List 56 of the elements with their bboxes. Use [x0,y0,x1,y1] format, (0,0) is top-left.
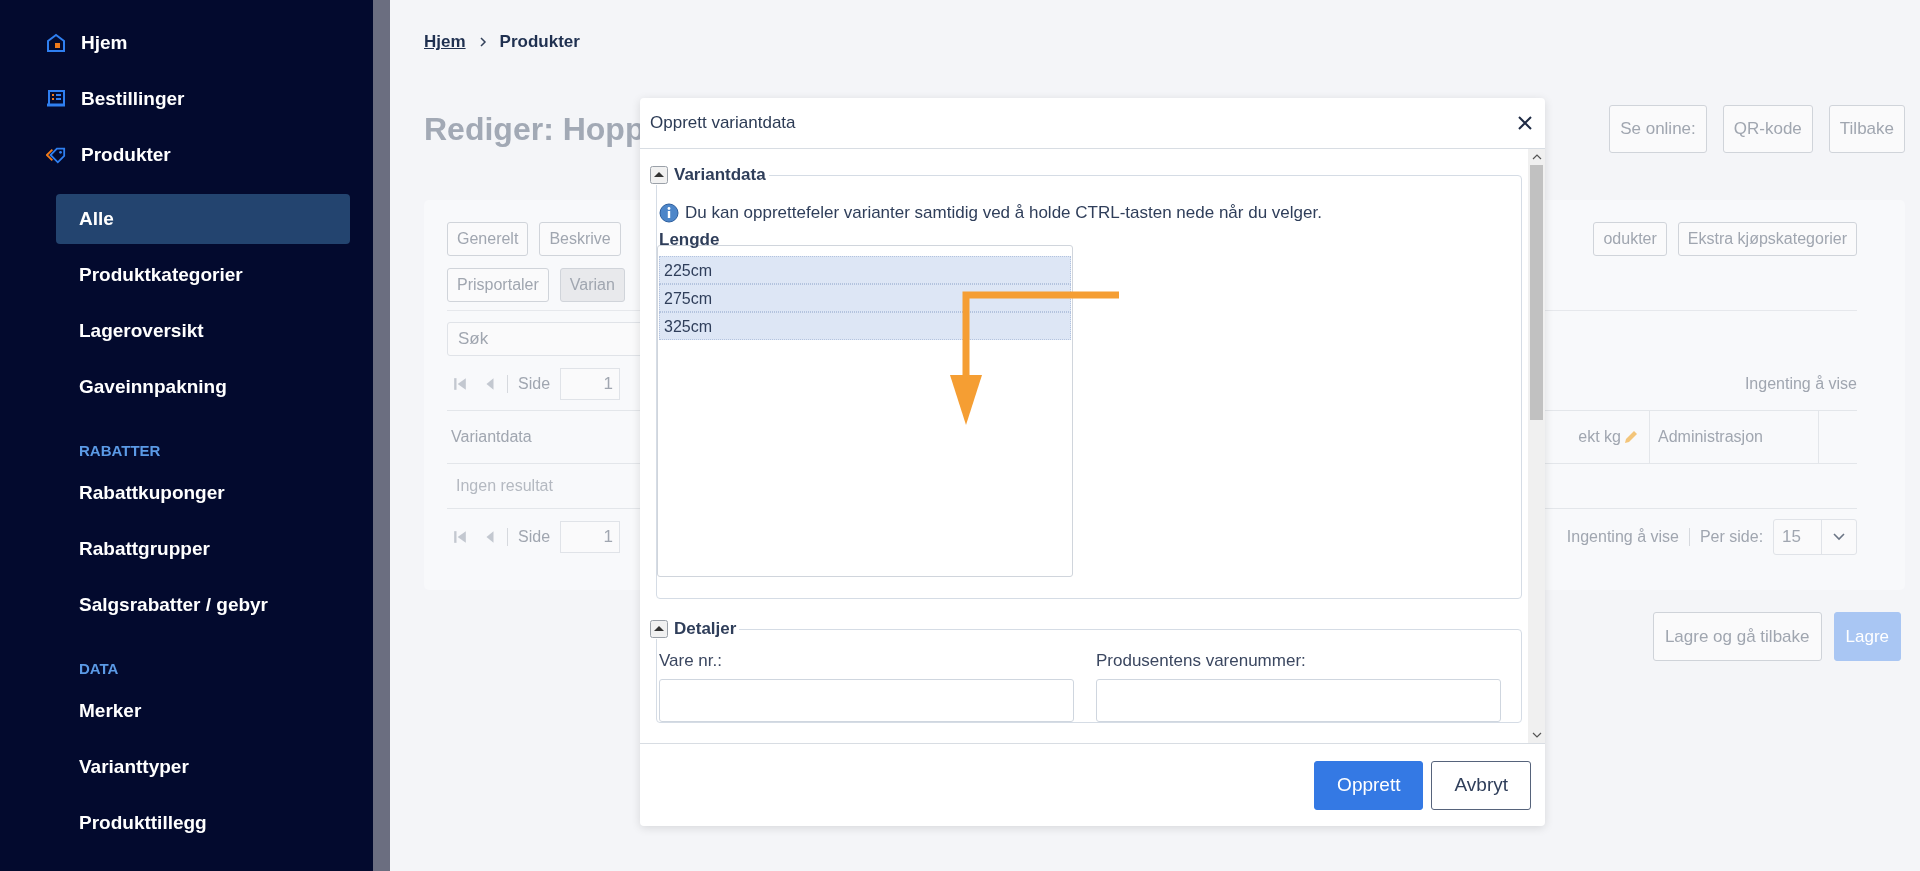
empty-message: Ingen resultat [456,477,553,495]
nav-item[interactable]: Hjem [0,15,373,71]
create-button[interactable]: Opprett [1314,760,1424,810]
scroll-up-icon[interactable] [1531,154,1542,160]
first-page-icon[interactable] [453,530,467,544]
collapse-toggle-icon[interactable] [650,620,668,638]
pager-info: Ingenting å vise [1566,528,1679,546]
breadcrumb-link[interactable]: Hjem [424,32,466,52]
nav-item[interactable]: Gaveinnpakning [56,362,350,412]
nav-item[interactable]: Rabattkuponger [56,468,350,518]
list-icon [46,89,66,109]
scrollbar[interactable] [1528,149,1545,743]
nav-item[interactable]: Varianttyper [56,742,350,792]
dialog-title: Opprett variantdata [650,113,796,133]
column-header: ekt kg [1578,428,1621,446]
nav-item[interactable]: Produkter [0,127,373,183]
nav-item[interactable]: Lageroversikt [56,306,350,356]
list-option[interactable]: 275cm [659,284,1071,312]
column-header: Administrasjon [1658,428,1763,446]
page-title: Rediger: Hopp [424,110,645,148]
tag-icon [46,145,66,165]
nav-item[interactable]: Produkttillegg [56,798,350,848]
nav-item[interactable]: Produktkategorier [56,250,350,300]
input-field[interactable] [659,679,1074,722]
collapse-toggle-icon[interactable] [650,166,668,184]
pager-info: Ingenting å vise [1744,375,1857,393]
scrollbar[interactable] [373,0,390,871]
nav-item[interactable]: Alle [56,194,350,244]
chevron-right-icon [477,37,488,47]
nav-item[interactable]: Merker [56,686,350,736]
close-icon[interactable] [1517,115,1533,131]
list-option[interactable]: 325cm [659,312,1071,340]
section-legend: Variantdata [674,165,766,185]
field-label: Vare nr.: [659,651,723,671]
cancel-button[interactable]: Avbryt [1431,760,1531,810]
per-page-label: Per side: [1699,528,1764,546]
nav-item[interactable]: Rabattgrupper [56,524,350,574]
house-icon [46,33,66,53]
input-field[interactable] [1096,679,1501,722]
pencil-icon [1623,429,1639,445]
nav-item[interactable]: Salgsrabatter / gebyr [56,580,350,630]
chevron-down-icon [1833,533,1845,541]
section-legend: Detaljer [674,619,737,639]
nav-section-heading: RABATTER [79,442,161,459]
scroll-down-icon[interactable] [1531,732,1542,738]
info-icon [659,203,679,223]
page-label: Side [518,528,551,546]
nav-item[interactable]: Bestillinger [0,71,373,127]
list-option[interactable]: 225cm [659,256,1071,284]
info-text: Du kan opprettefeler varianter samtidig ved å holde CTRL-tasten nede når du velger. [685,203,1322,223]
field-label: Produsentens varenummer: [1096,651,1307,671]
column-header: Variantdata [451,428,532,446]
breadcrumb-current: Produkter [499,32,580,52]
first-page-icon[interactable] [453,377,467,391]
page-label: Side [518,375,551,393]
nav-section-heading: DATA [79,660,119,677]
